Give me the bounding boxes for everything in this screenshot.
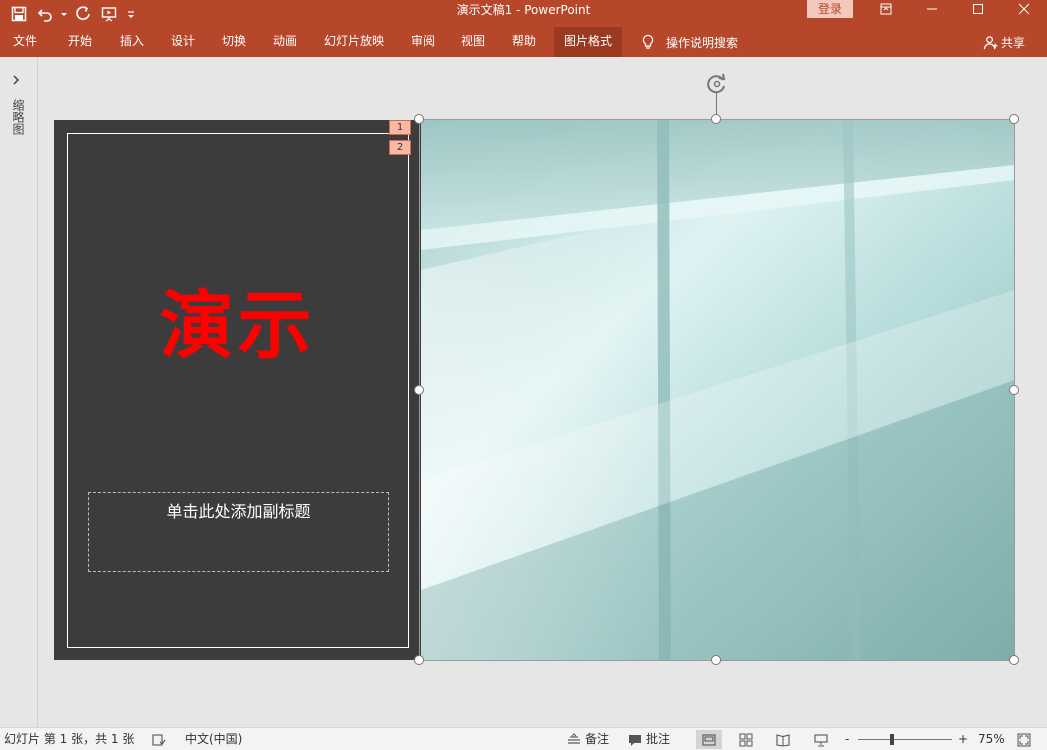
- tab-help[interactable]: 帮助: [510, 27, 538, 57]
- comment-icon: [629, 734, 641, 746]
- zoom-in-button[interactable]: +: [958, 728, 968, 750]
- zoom-slider-thumb[interactable]: [889, 734, 894, 745]
- zoom-slider-track[interactable]: [858, 739, 952, 740]
- start-slideshow-icon[interactable]: [98, 3, 120, 25]
- reading-view-button[interactable]: [770, 730, 796, 749]
- glass-window-photo: [421, 120, 1015, 660]
- tab-insert[interactable]: 插入: [118, 27, 146, 57]
- save-icon[interactable]: [8, 3, 30, 25]
- slide-canvas[interactable]: 演示 单击此处添加副标题: [54, 120, 1015, 660]
- expand-chevron-icon[interactable]: [9, 73, 23, 87]
- comments-label: 批注: [646, 732, 671, 746]
- tab-animations[interactable]: 动画: [271, 27, 299, 57]
- language-indicator[interactable]: 中文(中国): [185, 728, 242, 750]
- minimize-icon[interactable]: [909, 0, 955, 18]
- resize-handle-bottom-left[interactable]: [414, 655, 424, 665]
- maximize-icon[interactable]: [955, 0, 1001, 18]
- ribbon-display-options-icon[interactable]: [863, 0, 909, 18]
- share-button[interactable]: 共享: [983, 27, 1025, 57]
- tab-view[interactable]: 视图: [459, 27, 487, 57]
- tab-home[interactable]: 开始: [66, 27, 94, 57]
- resize-handle-bottom-right[interactable]: [1009, 655, 1019, 665]
- subtitle-placeholder[interactable]: 单击此处添加副标题: [88, 492, 389, 572]
- resize-handle-top[interactable]: [711, 114, 721, 124]
- resize-handle-top-left[interactable]: [414, 114, 424, 124]
- person-icon: [983, 35, 998, 49]
- zoom-level[interactable]: 75%: [978, 728, 1005, 750]
- customize-qat-icon[interactable]: [124, 3, 138, 25]
- resize-handle-right[interactable]: [1009, 385, 1019, 395]
- slideshow-view-button[interactable]: [808, 730, 834, 749]
- lightbulb-icon: [642, 34, 654, 49]
- tab-review[interactable]: 审阅: [409, 27, 437, 57]
- resize-handle-left[interactable]: [414, 385, 424, 395]
- tab-design[interactable]: 设计: [169, 27, 197, 57]
- dark-panel-shape[interactable]: 演示 单击此处添加副标题: [54, 120, 421, 660]
- login-button[interactable]: 登录: [807, 0, 853, 18]
- close-icon[interactable]: [1001, 0, 1047, 18]
- slide-sorter-icon: [739, 733, 753, 746]
- animation-order-badge[interactable]: 1: [389, 120, 411, 135]
- accessibility-check-icon[interactable]: [152, 728, 166, 750]
- slide-sorter-button[interactable]: [733, 730, 759, 749]
- quick-access-toolbar: [8, 0, 138, 27]
- zoom-out-button[interactable]: -: [845, 728, 849, 750]
- selected-picture[interactable]: [421, 120, 1015, 660]
- undo-dropdown-icon[interactable]: [60, 3, 68, 25]
- redo-icon[interactable]: [72, 3, 94, 25]
- ribbon-tab-bar: 文件 开始 插入 设计 切换 动画 幻灯片放映 审阅 视图 帮助 图片格式 操作…: [0, 27, 1047, 57]
- share-label: 共享: [1000, 35, 1025, 50]
- resize-handle-bottom[interactable]: [711, 655, 721, 665]
- tab-transitions[interactable]: 切换: [220, 27, 248, 57]
- fit-to-window-icon[interactable]: [1017, 728, 1031, 750]
- tab-slideshow[interactable]: 幻灯片放映: [322, 27, 386, 57]
- notes-label: 备注: [585, 732, 610, 746]
- undo-icon[interactable]: [34, 3, 56, 25]
- notes-button[interactable]: 备注: [567, 728, 609, 750]
- title-bar: 演示文稿1 - PowerPoint 登录: [0, 0, 1047, 27]
- notes-icon: [568, 732, 580, 744]
- reading-view-icon: [776, 733, 790, 747]
- slide-title[interactable]: 演示: [54, 266, 421, 373]
- tab-picture-format[interactable]: 图片格式: [554, 27, 623, 57]
- comments-button[interactable]: 批注: [628, 728, 670, 750]
- tab-file[interactable]: 文件: [11, 27, 39, 57]
- status-bar: 幻灯片 第 1 张，共 1 张 中文(中国) 备注 批注 - + 75%: [0, 727, 1047, 750]
- slide-counter[interactable]: 幻灯片 第 1 张，共 1 张: [4, 728, 134, 750]
- thumbnail-pane-label[interactable]: 缩略图: [10, 99, 27, 135]
- rotate-handle-icon[interactable]: [705, 72, 729, 96]
- normal-view-button[interactable]: [696, 730, 722, 749]
- slideshow-view-icon: [814, 733, 828, 746]
- resize-handle-top-right[interactable]: [1009, 114, 1019, 124]
- tell-me-label: 操作说明搜索: [666, 35, 739, 50]
- thumbnail-pane: 缩略图: [0, 57, 38, 727]
- tell-me-search[interactable]: 操作说明搜索: [640, 27, 738, 57]
- subtitle-placeholder-text: 单击此处添加副标题: [166, 502, 311, 521]
- animation-order-badge[interactable]: 2: [389, 140, 411, 155]
- normal-view-icon: [702, 733, 716, 746]
